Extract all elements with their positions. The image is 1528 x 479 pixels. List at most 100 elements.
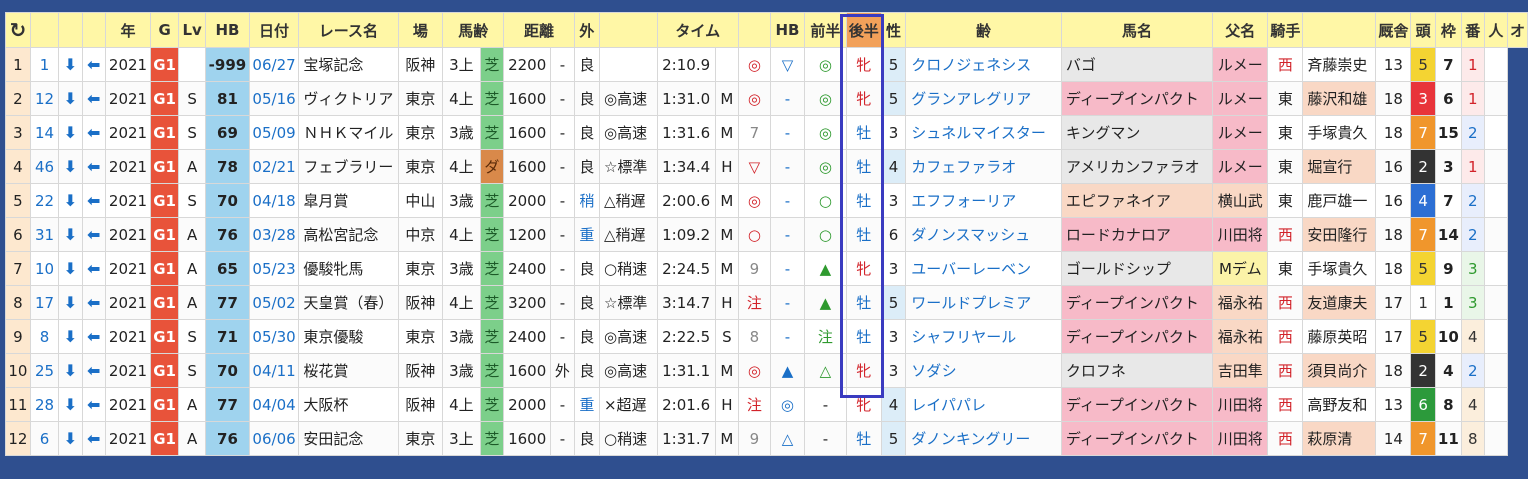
col-header-first-half[interactable]: 前半: [804, 12, 847, 48]
col-header-outer[interactable]: 外: [573, 12, 600, 48]
date-link[interactable]: 05/02: [248, 285, 300, 320]
arrow-down-icon[interactable]: ⬇: [58, 285, 83, 320]
refresh-icon[interactable]: ↻: [5, 12, 31, 48]
arrow-left-icon[interactable]: ⬅: [81, 421, 106, 456]
race-count-link[interactable]: 12: [29, 81, 60, 116]
col-header-race-name[interactable]: レース名: [298, 12, 399, 48]
arrow-down-icon[interactable]: ⬇: [58, 81, 83, 116]
horse-name-link[interactable]: ソダシ: [905, 353, 1062, 388]
col-header-horse-age[interactable]: 齢: [905, 12, 1062, 48]
horse-name-link[interactable]: カフェファラオ: [905, 149, 1062, 184]
col-header-sire[interactable]: 父名: [1212, 12, 1269, 48]
arrow-left-icon[interactable]: ⬅: [81, 217, 106, 252]
date-link[interactable]: 04/11: [248, 353, 300, 388]
col-header-number[interactable]: 番: [1460, 12, 1485, 48]
col-header-popularity[interactable]: 人: [1483, 12, 1508, 48]
table-row[interactable]: 8 17 ⬇ ⬅ 2021 G1 A 77 05/02 天皇賞（春） 阪神 4上芝 3200- 良 ☆標準 3…: [5, 285, 1528, 320]
date-link[interactable]: 03/28: [248, 217, 300, 252]
arrow-down-icon[interactable]: ⬇: [58, 319, 83, 354]
race-count-link[interactable]: 6: [29, 421, 60, 456]
table-row[interactable]: 12 6 ⬇ ⬅ 2021 G1 A 76 06/06 安田記念 東京 3上芝 1600- 良 ○稍速 1:3…: [5, 421, 1528, 456]
date-link[interactable]: 06/06: [248, 421, 300, 456]
horse-name-link[interactable]: レイパパレ: [905, 387, 1062, 422]
col-header-date[interactable]: 日付: [248, 12, 300, 48]
arrow-down-icon[interactable]: ⬇: [58, 421, 83, 456]
arrow-left-icon[interactable]: ⬅: [81, 285, 106, 320]
horse-name-link[interactable]: ダノンキングリー: [905, 421, 1062, 456]
table-row[interactable]: 11 28 ⬇ ⬅ 2021 G1 A 77 04/04 大阪杯 阪神 4上芝 2000- 重 ×超遅 2:0…: [5, 387, 1528, 422]
col-header-time[interactable]: タイム: [656, 12, 739, 48]
arrow-left-icon[interactable]: ⬅: [81, 251, 106, 286]
horse-name-link[interactable]: グランアレグリア: [905, 81, 1062, 116]
date-link[interactable]: 04/18: [248, 183, 300, 218]
arrow-left-icon[interactable]: ⬅: [81, 149, 106, 184]
table-row[interactable]: 6 31 ⬇ ⬅ 2021 G1 A 76 03/28 高松宮記念 中京 4上芝 1200- 重 △稍遅 1:…: [5, 217, 1528, 252]
table-row[interactable]: 1 1 ⬇ ⬅ 2021 G1 -999 06/27 宝塚記念 阪神 3上芝 2200- 良 2:10.9…: [5, 47, 1528, 82]
race-count-link[interactable]: 22: [29, 183, 60, 218]
race-count-link[interactable]: 10: [29, 251, 60, 286]
col-header-jockey[interactable]: 騎手: [1267, 12, 1304, 48]
col-header-distance[interactable]: 距離: [503, 12, 575, 48]
arrow-left-icon[interactable]: ⬅: [81, 387, 106, 422]
horse-name-link[interactable]: エフフォーリア: [905, 183, 1062, 218]
arrow-left-icon[interactable]: ⬅: [81, 47, 106, 82]
race-count-link[interactable]: 31: [29, 217, 60, 252]
horse-name-link[interactable]: シャフリヤール: [905, 319, 1062, 354]
race-count-link[interactable]: 1: [29, 47, 60, 82]
race-count-link[interactable]: 46: [29, 149, 60, 184]
date-link[interactable]: 05/09: [248, 115, 300, 150]
col-header-sex[interactable]: 性: [880, 12, 907, 48]
col-header-hb-mark[interactable]: HB: [769, 12, 806, 48]
date-link[interactable]: 05/30: [248, 319, 300, 354]
col-header-place[interactable]: 場: [397, 12, 444, 48]
arrow-down-icon[interactable]: ⬇: [58, 115, 83, 150]
place-cell: 阪神: [397, 353, 444, 388]
arrow-left-icon[interactable]: ⬅: [81, 115, 106, 150]
table-row[interactable]: 4 46 ⬇ ⬅ 2021 G1 A 78 02/21 フェブラリー 東京 4上ダ 1600- 良 ☆標準 1…: [5, 149, 1528, 184]
horse-name-link[interactable]: ダノンスマッシュ: [905, 217, 1062, 252]
table-row[interactable]: 5 22 ⬇ ⬅ 2021 G1 S 70 04/18 皐月賞 中山 3歳芝 2000- 稍 △稍遅 2:00…: [5, 183, 1528, 218]
col-header-second-half[interactable]: 後半: [845, 12, 882, 48]
arrow-down-icon[interactable]: ⬇: [58, 353, 83, 388]
horse-name-link[interactable]: ワールドプレミア: [905, 285, 1062, 320]
table-row[interactable]: 9 8 ⬇ ⬅ 2021 G1 S 71 05/30 東京優駿 東京 3歳芝 2400- 良 ◎高速 2:22…: [5, 319, 1528, 354]
race-name-cell: 優駿牝馬: [298, 251, 399, 286]
table-row[interactable]: 3 14 ⬇ ⬅ 2021 G1 S 69 05/09 ＮＨＫマイル 東京 3歳芝 1600- 良 ◎高速 1…: [5, 115, 1528, 150]
date-link[interactable]: 04/04: [248, 387, 300, 422]
date-link[interactable]: 06/27: [248, 47, 300, 82]
arrow-down-icon[interactable]: ⬇: [58, 251, 83, 286]
col-header-waku[interactable]: 枠: [1434, 12, 1462, 48]
col-header-stable[interactable]: 厩舎: [1375, 12, 1412, 48]
table-row[interactable]: 7 10 ⬇ ⬅ 2021 G1 A 65 05/23 優駿牝馬 東京 3歳芝 2400- 良 ○稍速 2:2…: [5, 251, 1528, 286]
date-link[interactable]: 05/23: [248, 251, 300, 286]
col-header-hb[interactable]: HB: [205, 12, 250, 48]
race-count-link[interactable]: 25: [29, 353, 60, 388]
table-row[interactable]: 2 12 ⬇ ⬅ 2021 G1 S 81 05/16 ヴィクトリア 東京 4上芝 1600- 良 ◎高速 1…: [5, 81, 1528, 116]
horse-name-link[interactable]: クロノジェネシス: [905, 47, 1062, 82]
arrow-left-icon[interactable]: ⬅: [81, 353, 106, 388]
col-header-odds[interactable]: オ: [1506, 12, 1528, 48]
horse-name-link[interactable]: シュネルマイスター: [905, 115, 1062, 150]
arrow-down-icon[interactable]: ⬇: [58, 387, 83, 422]
table-row[interactable]: 10 25 ⬇ ⬅ 2021 G1 S 70 04/11 桜花賞 阪神 3歳芝 1600 外良 ◎高速 1:3…: [5, 353, 1528, 388]
arrow-left-icon[interactable]: ⬅: [81, 319, 106, 354]
arrow-left-icon[interactable]: ⬅: [81, 183, 106, 218]
col-header-grade[interactable]: G: [150, 12, 180, 48]
col-header-year[interactable]: 年: [104, 12, 152, 48]
race-count-link[interactable]: 14: [29, 115, 60, 150]
arrow-down-icon[interactable]: ⬇: [58, 217, 83, 252]
date-link[interactable]: 02/21: [248, 149, 300, 184]
arrow-down-icon[interactable]: ⬇: [58, 47, 83, 82]
arrow-down-icon[interactable]: ⬇: [58, 149, 83, 184]
col-header-horse-name[interactable]: 馬名: [1060, 12, 1214, 48]
race-count-link[interactable]: 17: [29, 285, 60, 320]
col-header-level[interactable]: Lv: [178, 12, 207, 48]
date-link[interactable]: 05/16: [248, 81, 300, 116]
col-header-heads[interactable]: 頭: [1410, 12, 1436, 48]
col-header-age-class[interactable]: 馬齢: [442, 12, 505, 48]
arrow-down-icon[interactable]: ⬇: [58, 183, 83, 218]
race-count-link[interactable]: 28: [29, 387, 60, 422]
horse-name-link[interactable]: ユーバーレーベン: [905, 251, 1062, 286]
arrow-left-icon[interactable]: ⬅: [81, 81, 106, 116]
race-count-link[interactable]: 8: [29, 319, 60, 354]
